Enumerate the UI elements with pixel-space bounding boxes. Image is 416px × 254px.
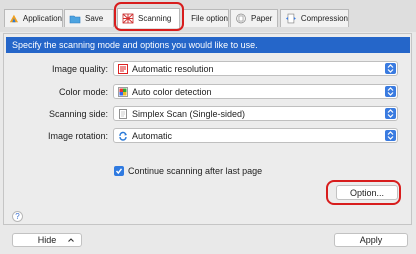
tab-bar: Application Save Scanning File option Pa… [0, 0, 416, 32]
tab-highlight-outline [114, 2, 184, 31]
image-quality-label: Image quality: [51, 64, 108, 74]
checkmark-icon [115, 168, 123, 175]
color-mode-value: Auto color detection [132, 86, 212, 97]
scanning-side-value: Simplex Scan (Single-sided) [132, 108, 246, 119]
tab-label: Save [85, 14, 104, 23]
tab-label: File option [191, 14, 228, 23]
tab-application[interactable]: Application [4, 9, 63, 27]
chevron-updown-icon [385, 86, 396, 97]
hide-button[interactable]: Hide [12, 233, 82, 247]
color-mode-select[interactable]: Auto color detection [113, 84, 398, 99]
tab-save[interactable]: Save [64, 9, 114, 27]
image-rotation-select[interactable]: Automatic [113, 128, 398, 143]
simplex-page-icon [119, 108, 127, 119]
continue-scanning-row: Continue scanning after last page [114, 166, 262, 176]
help-button[interactable]: ? [12, 211, 23, 222]
scanning-side-select[interactable]: Simplex Scan (Single-sided) [113, 106, 398, 121]
chevron-up-icon [68, 238, 74, 242]
tab-compression[interactable]: Compression [280, 9, 349, 27]
hide-label: Hide [37, 235, 57, 245]
instruction-banner: Specify the scanning mode and options yo… [6, 37, 410, 53]
application-icon [9, 14, 19, 23]
folder-icon [69, 15, 81, 24]
chevron-updown-icon [385, 130, 396, 141]
scanning-side-label: Scanning side: [48, 109, 108, 119]
image-rotation-label: Image rotation: [47, 131, 108, 141]
tab-label: Paper [251, 14, 273, 23]
image-rotation-value: Automatic [132, 130, 173, 141]
apply-button[interactable]: Apply [334, 233, 408, 247]
paper-icon [236, 13, 246, 24]
option-button[interactable]: Option... [336, 185, 398, 200]
resolution-icon [118, 63, 128, 74]
image-quality-select[interactable]: Automatic resolution [113, 61, 398, 76]
continue-scanning-checkbox[interactable] [114, 166, 124, 176]
continue-scanning-label: Continue scanning after last page [128, 166, 263, 176]
tab-label: Application [22, 14, 62, 23]
color-mode-label: Color mode: [58, 87, 108, 97]
color-detection-icon [118, 86, 128, 97]
image-quality-value: Automatic resolution [132, 63, 214, 74]
compression-icon [285, 13, 296, 24]
tab-file-option[interactable]: File option [182, 9, 229, 27]
chevron-updown-icon [385, 63, 396, 74]
tab-label: Compression [300, 14, 348, 23]
rotate-icon [119, 131, 127, 141]
tab-paper[interactable]: Paper [230, 9, 278, 27]
chevron-updown-icon [385, 108, 396, 119]
